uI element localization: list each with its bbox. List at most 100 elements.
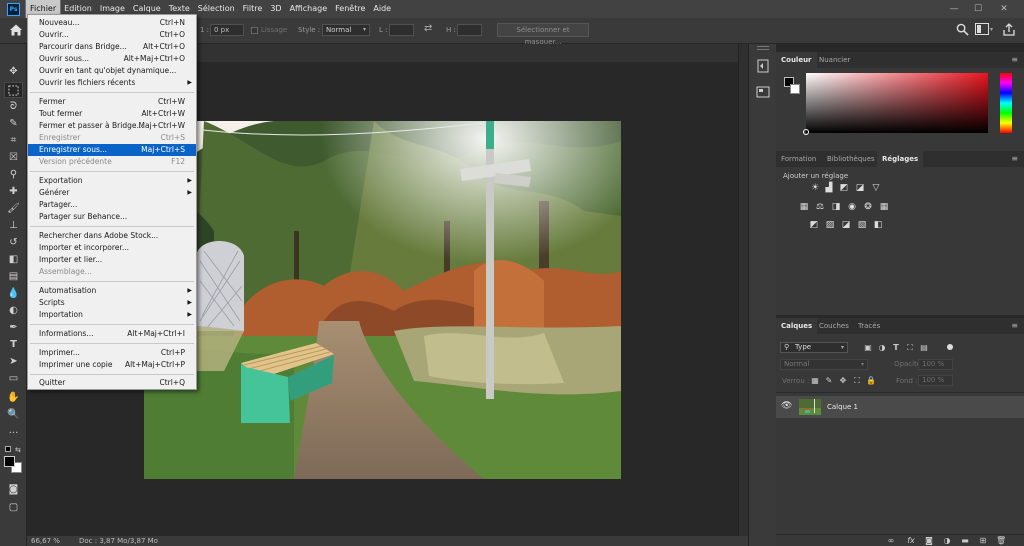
style-select[interactable]: Normal ▾ bbox=[322, 24, 370, 36]
workspace-icon[interactable] bbox=[975, 23, 989, 35]
move-tool-icon[interactable]: ✥ bbox=[4, 64, 23, 80]
link-layers-icon[interactable]: ∞ bbox=[886, 536, 896, 546]
pen-tool-icon[interactable]: ✒ bbox=[4, 320, 23, 336]
menu-selection[interactable]: Sélection bbox=[194, 0, 239, 18]
default-colors-icon[interactable] bbox=[5, 446, 11, 452]
tab-reglages[interactable]: Réglages bbox=[877, 151, 924, 167]
curves-icon[interactable]: ◩ bbox=[838, 183, 850, 193]
tab-couches[interactable]: Couches bbox=[814, 318, 854, 334]
screen-mode-icon[interactable]: ▢ bbox=[4, 500, 23, 516]
photo-filter-icon[interactable]: ◉ bbox=[846, 202, 858, 212]
fill-input[interactable]: 100 % bbox=[918, 375, 953, 386]
new-adjustment-icon[interactable]: ◑ bbox=[942, 536, 952, 546]
menu-item-fermer[interactable]: Fermer Ctrl+W bbox=[28, 96, 196, 108]
feather-input[interactable]: 0 px bbox=[210, 24, 244, 36]
menu-fenetre[interactable]: Fenêtre bbox=[331, 0, 369, 18]
new-group-icon[interactable]: ▬ bbox=[960, 536, 970, 546]
tab-bibliotheques[interactable]: Bibliothèques bbox=[822, 151, 880, 167]
channel-mixer-icon[interactable]: ❂ bbox=[862, 202, 874, 212]
menu-item-importer-incorporer[interactable]: Importer et incorporer... bbox=[28, 242, 196, 254]
menu-item-fermer-bridge[interactable]: Fermer et passer à Bridge... Maj+Ctrl+W bbox=[28, 120, 196, 132]
lock-artboard-icon[interactable]: ⛶ bbox=[852, 376, 862, 386]
menu-3d[interactable]: 3D bbox=[266, 0, 285, 18]
hue-slider[interactable] bbox=[1000, 73, 1012, 133]
menu-item-parcourir-bridge[interactable]: Parcourir dans Bridge... Alt+Ctrl+O bbox=[28, 41, 196, 53]
history-brush-tool-icon[interactable]: ↺ bbox=[4, 235, 23, 251]
tab-formation[interactable]: Formation bbox=[776, 151, 821, 167]
menu-filtre[interactable]: Filtre bbox=[239, 0, 267, 18]
clone-stamp-tool-icon[interactable]: ⊥ bbox=[4, 218, 23, 234]
black-white-icon[interactable]: ◨ bbox=[830, 202, 842, 212]
menu-item-exportation[interactable]: Exportation ▶ bbox=[28, 175, 196, 187]
filter-toggle-icon[interactable] bbox=[947, 344, 953, 350]
menu-item-automatisation[interactable]: Automatisation ▶ bbox=[28, 285, 196, 297]
invert-icon[interactable]: ◩ bbox=[808, 220, 820, 230]
filter-shape-icon[interactable]: ⛶ bbox=[905, 343, 915, 353]
levels-icon[interactable]: ▟ bbox=[823, 183, 835, 193]
color-picker-handle[interactable] bbox=[803, 129, 809, 135]
width-input[interactable] bbox=[389, 24, 414, 36]
lock-position-icon[interactable]: ✥ bbox=[838, 376, 848, 386]
dodge-tool-icon[interactable]: ◐ bbox=[4, 303, 23, 319]
workspace-chevron-icon[interactable]: ▾ bbox=[990, 26, 993, 33]
lock-all-icon[interactable]: 🔒 bbox=[866, 376, 876, 386]
tab-couleur[interactable]: Couleur bbox=[776, 52, 817, 68]
brush-tool-icon[interactable]: 🖌 bbox=[4, 201, 23, 217]
foreground-color-swatch[interactable] bbox=[4, 456, 15, 467]
menu-item-ouvrir-sous[interactable]: Ouvrir sous... Alt+Maj+Ctrl+O bbox=[28, 53, 196, 65]
minimize-button[interactable]: — bbox=[944, 0, 964, 18]
menu-item-partager[interactable]: Partager... bbox=[28, 199, 196, 211]
filter-adjustment-icon[interactable]: ◑ bbox=[877, 343, 887, 353]
color-field[interactable] bbox=[806, 73, 988, 133]
filter-pixel-icon[interactable]: ▣ bbox=[863, 343, 873, 353]
menu-item-importation[interactable]: Importation ▶ bbox=[28, 309, 196, 321]
rectangle-tool-icon[interactable]: ▭ bbox=[4, 371, 23, 387]
delete-layer-icon[interactable]: 🗑 bbox=[996, 536, 1006, 546]
color-balance-icon[interactable]: ⚖ bbox=[814, 202, 826, 212]
zoom-tool-icon[interactable]: 🔍 bbox=[4, 407, 23, 423]
lock-pixels-icon[interactable]: ✎ bbox=[824, 376, 834, 386]
home-icon[interactable] bbox=[8, 22, 24, 38]
threshold-icon[interactable]: ◪ bbox=[840, 220, 852, 230]
panel-menu-icon[interactable]: ≡ bbox=[1011, 321, 1018, 330]
crop-tool-icon[interactable]: ⌗ bbox=[4, 133, 23, 149]
menu-item-imprimer[interactable]: Imprimer... Ctrl+P bbox=[28, 347, 196, 359]
lasso-tool-icon[interactable]: ᘐ bbox=[4, 99, 23, 115]
filter-type-icon[interactable]: T bbox=[891, 343, 901, 353]
menu-item-informations[interactable]: Informations... Alt+Maj+Ctrl+I bbox=[28, 328, 196, 340]
menu-item-scripts[interactable]: Scripts ▶ bbox=[28, 297, 196, 309]
selective-color-icon[interactable]: ▧ bbox=[856, 220, 868, 230]
zoom-level[interactable]: 66,67 % bbox=[31, 536, 60, 546]
menu-affichage[interactable]: Affichage bbox=[286, 0, 332, 18]
maximize-button[interactable]: ☐ bbox=[968, 0, 988, 18]
menu-item-importer-lier[interactable]: Importer et lier... bbox=[28, 254, 196, 266]
menu-item-quitter[interactable]: Quitter Ctrl+Q bbox=[28, 377, 196, 389]
gradient-map-icon[interactable]: ▽ bbox=[870, 183, 882, 193]
frame-tool-icon[interactable]: ☒ bbox=[4, 150, 23, 166]
lock-transparent-icon[interactable]: ▦ bbox=[810, 376, 820, 386]
layer-filter-select[interactable]: Type ⚲ ▾ bbox=[780, 342, 848, 353]
tab-calques[interactable]: Calques bbox=[776, 318, 818, 334]
quick-mask-icon[interactable]: ◙ bbox=[4, 482, 23, 498]
filter-smart-object-icon[interactable]: ▤ bbox=[919, 343, 929, 353]
menu-item-tout-fermer[interactable]: Tout fermer Alt+Ctrl+W bbox=[28, 108, 196, 120]
tab-traces[interactable]: Tracés bbox=[853, 318, 885, 334]
new-layer-icon[interactable]: ⊞ bbox=[978, 536, 988, 546]
dock-grip-icon[interactable] bbox=[757, 46, 769, 50]
rectangular-marquee-tool-icon[interactable] bbox=[4, 82, 23, 98]
eye-visibility-icon[interactable]: 👁 bbox=[781, 401, 792, 411]
quick-selection-tool-icon[interactable]: ✎ bbox=[4, 116, 23, 132]
posterize-icon[interactable]: ▨ bbox=[824, 220, 836, 230]
eyedropper-tool-icon[interactable]: ⚲ bbox=[4, 167, 23, 183]
type-tool-icon[interactable]: T bbox=[4, 337, 23, 353]
opacity-input[interactable]: 100 % bbox=[918, 359, 953, 370]
share-icon[interactable] bbox=[1002, 23, 1016, 36]
menu-item-ouvrir[interactable]: Ouvrir... Ctrl+O bbox=[28, 29, 196, 41]
background-color-chip[interactable] bbox=[790, 84, 800, 94]
close-button[interactable]: ✕ bbox=[994, 0, 1014, 18]
document-canvas[interactable] bbox=[144, 121, 621, 479]
menu-item-partager-behance[interactable]: Partager sur Behance... bbox=[28, 211, 196, 223]
properties-panel-icon[interactable] bbox=[755, 84, 771, 100]
path-selection-tool-icon[interactable]: ➤ bbox=[4, 354, 23, 370]
brightness-icon[interactable]: ☀ bbox=[809, 183, 821, 193]
